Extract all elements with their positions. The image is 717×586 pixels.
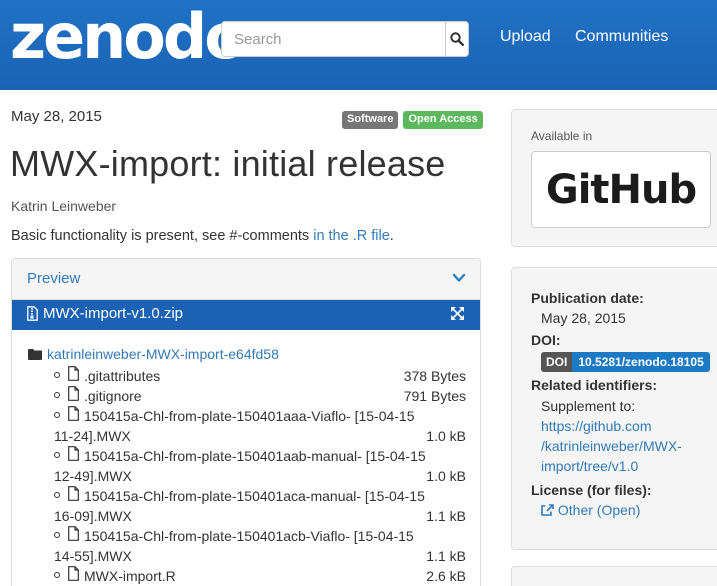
nav-communities[interactable]: Communities [575,28,668,46]
record-badges: Software Open Access [342,111,483,129]
chevron-down-icon[interactable] [452,271,466,285]
doi-label: DOI: [531,332,561,348]
bullet [54,372,60,378]
file-name-line1: 150415a-Chl-from-plate-150401acb-Viaflo-… [84,528,414,544]
search-button[interactable] [445,22,468,56]
folder-name: katrinleinweber-MWX-import-e64fd58 [47,346,279,362]
file-name: 150415a-Chl-from-plate-150401aab-manual-… [84,446,426,466]
github-link[interactable]: GitHub [531,151,711,228]
file-row[interactable]: 150415a-Chl-from-plate-150401acb-Viaflo-… [54,526,466,566]
file-icon [68,366,79,381]
preview-panel: Preview MWX-import-v1.0.zip katrinleinwe… [11,258,481,586]
file-name-line2: 12-49].MWX [54,468,132,484]
file-name-line1: 150415a-Chl-from-plate-150401aab-manual-… [84,448,426,464]
file-name-line2: 11-24].MWX [54,428,131,444]
file-size: 1.0 kB [426,428,466,444]
file-archive-icon [27,306,38,321]
doi-badge-value: 10.5281/zenodo.18105 [572,352,710,372]
zip-file-bar: MWX-import-v1.0.zip [12,300,480,330]
license-label: License (for files): [531,482,652,498]
description-suffix: . [389,228,394,244]
file-icon [68,386,79,401]
file-icon [68,526,79,541]
license-link[interactable]: Other (Open) [541,500,640,520]
related-link-line3[interactable]: import/tree/v1.0 [541,458,638,474]
description-text: Basic functionality is present, see #-co… [11,228,314,244]
file-row[interactable]: 150415a-Chl-from-plate-150401aca-manual-… [54,486,466,526]
preview-title: Preview [27,270,81,287]
metadata-panel: Publication date: May 28, 2015 DOI: DOI … [511,267,717,550]
zip-file-name: MWX-import-v1.0.zip [43,305,184,322]
preview-header[interactable]: Preview [12,259,480,300]
file-row[interactable]: MWX-import.R 2.6 kB [54,566,466,586]
bullet [54,452,60,458]
available-in-label: Available in [531,129,593,143]
file-row[interactable]: 150415a-Chl-from-plate-150401aab-manual-… [54,446,466,486]
record-author: Katrin Leinweber [11,198,117,214]
related-link[interactable]: https://github.com /katrinleinweber/MWX-… [541,416,682,476]
file-name: 150415a-Chl-from-plate-150401aca-manual-… [84,486,425,506]
file-name: .gitattributes [84,368,161,384]
file-size: 791 Bytes [403,388,466,404]
bullet [54,412,60,418]
file-name-line2: 14-55].MWX [54,548,132,564]
file-row[interactable]: .gitattributes 378 Bytes [54,366,466,386]
record-date: May 28, 2015 [11,108,102,125]
publication-date-value: May 28, 2015 [541,310,626,326]
github-logo: GitHub [545,166,697,213]
file-icon [68,406,79,421]
software-badge: Software [342,111,399,129]
file-row[interactable]: .gitignore 791 Bytes [54,386,466,406]
record-description: Basic functionality is present, see #-co… [11,228,394,244]
bullet [54,572,60,578]
file-size: 1.0 kB [426,468,466,484]
file-size: 378 Bytes [403,368,466,384]
available-in-panel: Available in GitHub [511,109,717,247]
search-form [221,21,469,57]
external-link-icon [541,504,554,516]
license-value[interactable]: Other (Open) [558,502,640,518]
search-icon [450,32,464,46]
file-name-line1: 150415a-Chl-from-plate-150401aaa-Viaflo-… [84,408,415,424]
file-icon [68,486,79,501]
top-navbar: zenodo Upload Communities [0,0,717,90]
file-name: 150415a-Chl-from-plate-150401acb-Viaflo-… [84,526,414,546]
open-access-badge: Open Access [403,111,483,129]
file-name: 150415a-Chl-from-plate-150401aaa-Viaflo-… [84,406,415,426]
file-row[interactable]: 150415a-Chl-from-plate-150401aaa-Viaflo-… [54,406,466,446]
file-name-line1: 150415a-Chl-from-plate-150401aca-manual-… [84,488,425,504]
nav-upload[interactable]: Upload [500,28,551,46]
description-link[interactable]: in the .R file [313,228,390,244]
file-icon [68,566,79,581]
publication-date-label: Publication date: [531,290,644,306]
doi-badge[interactable]: DOI 10.5281/zenodo.18105 [541,352,710,372]
related-link-line1[interactable]: https://github.com [541,418,652,434]
doi-badge-prefix: DOI [541,352,573,372]
file-size: 1.1 kB [426,508,466,524]
file-name: .gitignore [84,388,142,404]
file-name: MWX-import.R [84,568,176,584]
next-side-panel [511,566,717,586]
related-type: Supplement to: [541,398,636,414]
folder-icon [28,348,42,360]
zenodo-logo[interactable]: zenodo [10,2,247,72]
folder-row[interactable]: katrinleinweber-MWX-import-e64fd58 [28,346,279,362]
file-name-line2: 16-09].MWX [54,508,132,524]
file-icon [68,446,79,461]
record-title: MWX-import: initial release [10,143,446,184]
file-size: 2.6 kB [426,568,466,584]
bullet [54,532,60,538]
bullet [54,492,60,498]
related-identifiers-label: Related identifiers: [531,377,658,393]
related-link-line2[interactable]: /katrinleinweber/MWX- [541,438,682,454]
bullet [54,392,60,398]
expand-icon[interactable] [451,307,464,320]
file-size: 1.1 kB [426,548,466,564]
search-input[interactable] [222,22,445,56]
